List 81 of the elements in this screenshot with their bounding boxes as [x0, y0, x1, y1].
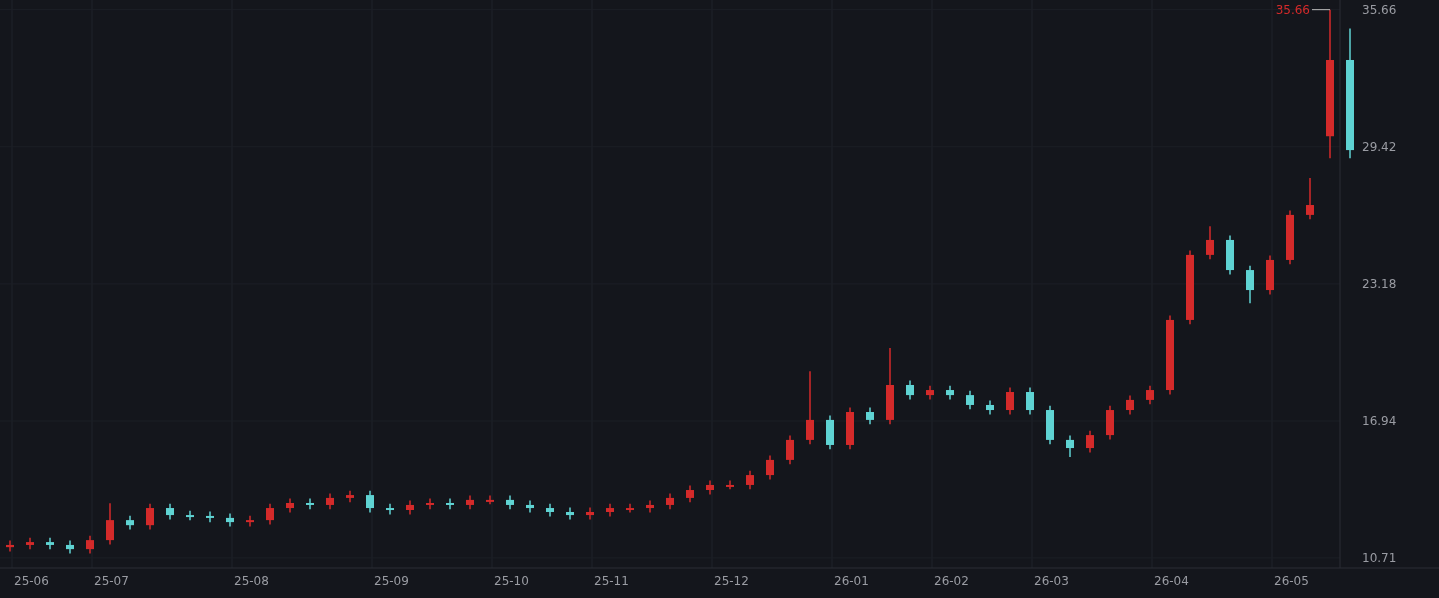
y-axis-label: 23.18: [1362, 276, 1397, 291]
candlestick: [1086, 429, 1094, 454]
candlestick: [1006, 386, 1014, 416]
x-axis-label: 25-08: [234, 574, 269, 588]
candlestick: [866, 406, 874, 426]
candlestick: [626, 502, 634, 514]
x-axis-label: 25-11: [594, 574, 629, 588]
candlestick: [926, 384, 934, 401]
candlestick: [66, 539, 74, 555]
candlestick: [1286, 209, 1294, 266]
candlestick: [686, 484, 694, 504]
candlestick: [486, 494, 494, 506]
x-axis-label: 25-06: [14, 574, 49, 588]
candlestick: [786, 434, 794, 466]
candlestick: [746, 469, 754, 491]
candlestick: [246, 514, 254, 528]
x-axis-label: 25-10: [494, 574, 529, 588]
candlestick: [706, 479, 714, 496]
x-axis-label: 26-01: [834, 574, 869, 588]
candlestick: [386, 502, 394, 516]
candlestick: [506, 494, 514, 511]
y-axis-label: 35.66: [1362, 2, 1397, 17]
candlestick: [1306, 177, 1314, 221]
candlestick: [1046, 404, 1054, 446]
candlestick: [226, 512, 234, 528]
x-axis-label: 25-12: [714, 574, 749, 588]
candlestick: [106, 502, 114, 546]
candlestick: [1246, 264, 1254, 304]
candlestick: [406, 499, 414, 516]
x-axis-label: 25-07: [94, 574, 129, 588]
candlestick: [586, 506, 594, 521]
candlestick: [286, 497, 294, 514]
candlestick: [906, 379, 914, 401]
candlestick: [766, 454, 774, 481]
candlestick: [846, 406, 854, 451]
candlestick: [1226, 234, 1234, 276]
x-axis-label: 26-05: [1274, 574, 1309, 588]
candlestick: [206, 510, 214, 524]
candlestick: [1126, 394, 1134, 416]
annotation: 35.66: [1275, 2, 1310, 17]
x-axis-label: 26-03: [1034, 574, 1069, 588]
candlestick: [966, 389, 974, 411]
candlestick: [1066, 434, 1074, 458]
candlestick: [546, 502, 554, 518]
candlestick: [426, 497, 434, 511]
candlestick: [1106, 404, 1114, 441]
candlestick: [986, 399, 994, 416]
x-axis-label: 26-04: [1154, 574, 1189, 588]
candlestick: [26, 536, 34, 551]
candlestick: [526, 499, 534, 514]
candlestick: [726, 479, 734, 491]
candlestick: [646, 499, 654, 514]
candlestick: [6, 539, 14, 553]
candlestick: [166, 502, 174, 521]
y-axis-label: 29.42: [1362, 139, 1397, 154]
candlestick: [306, 497, 314, 511]
candlestick: [126, 514, 134, 531]
candlestick: [1266, 254, 1274, 296]
candlestick: [186, 509, 194, 522]
x-axis-label: 25-09: [374, 574, 409, 588]
candlestick: [366, 489, 374, 514]
candlestick: [86, 534, 94, 555]
x-axis-label: 26-02: [934, 574, 969, 588]
y-axis-label: 16.94: [1362, 414, 1397, 428]
candlestick: [1146, 384, 1154, 406]
candlestick: [266, 502, 274, 526]
candlestick: [946, 384, 954, 401]
candlestick: [566, 506, 574, 521]
y-axis-label: 10.71: [1362, 550, 1397, 565]
candlestick: [146, 502, 154, 531]
max-price-annotation: 35.66: [1275, 2, 1331, 17]
candlestick: [466, 494, 474, 511]
candlestick: [326, 492, 334, 511]
candlestick: [1206, 225, 1214, 261]
candlestick: [826, 414, 834, 451]
candlestick: [346, 489, 354, 504]
candlestick: [606, 502, 614, 518]
candlestick: [446, 497, 454, 511]
candlestick: [1026, 386, 1034, 416]
candlestick: [666, 492, 674, 511]
candlestick: [46, 536, 54, 551]
